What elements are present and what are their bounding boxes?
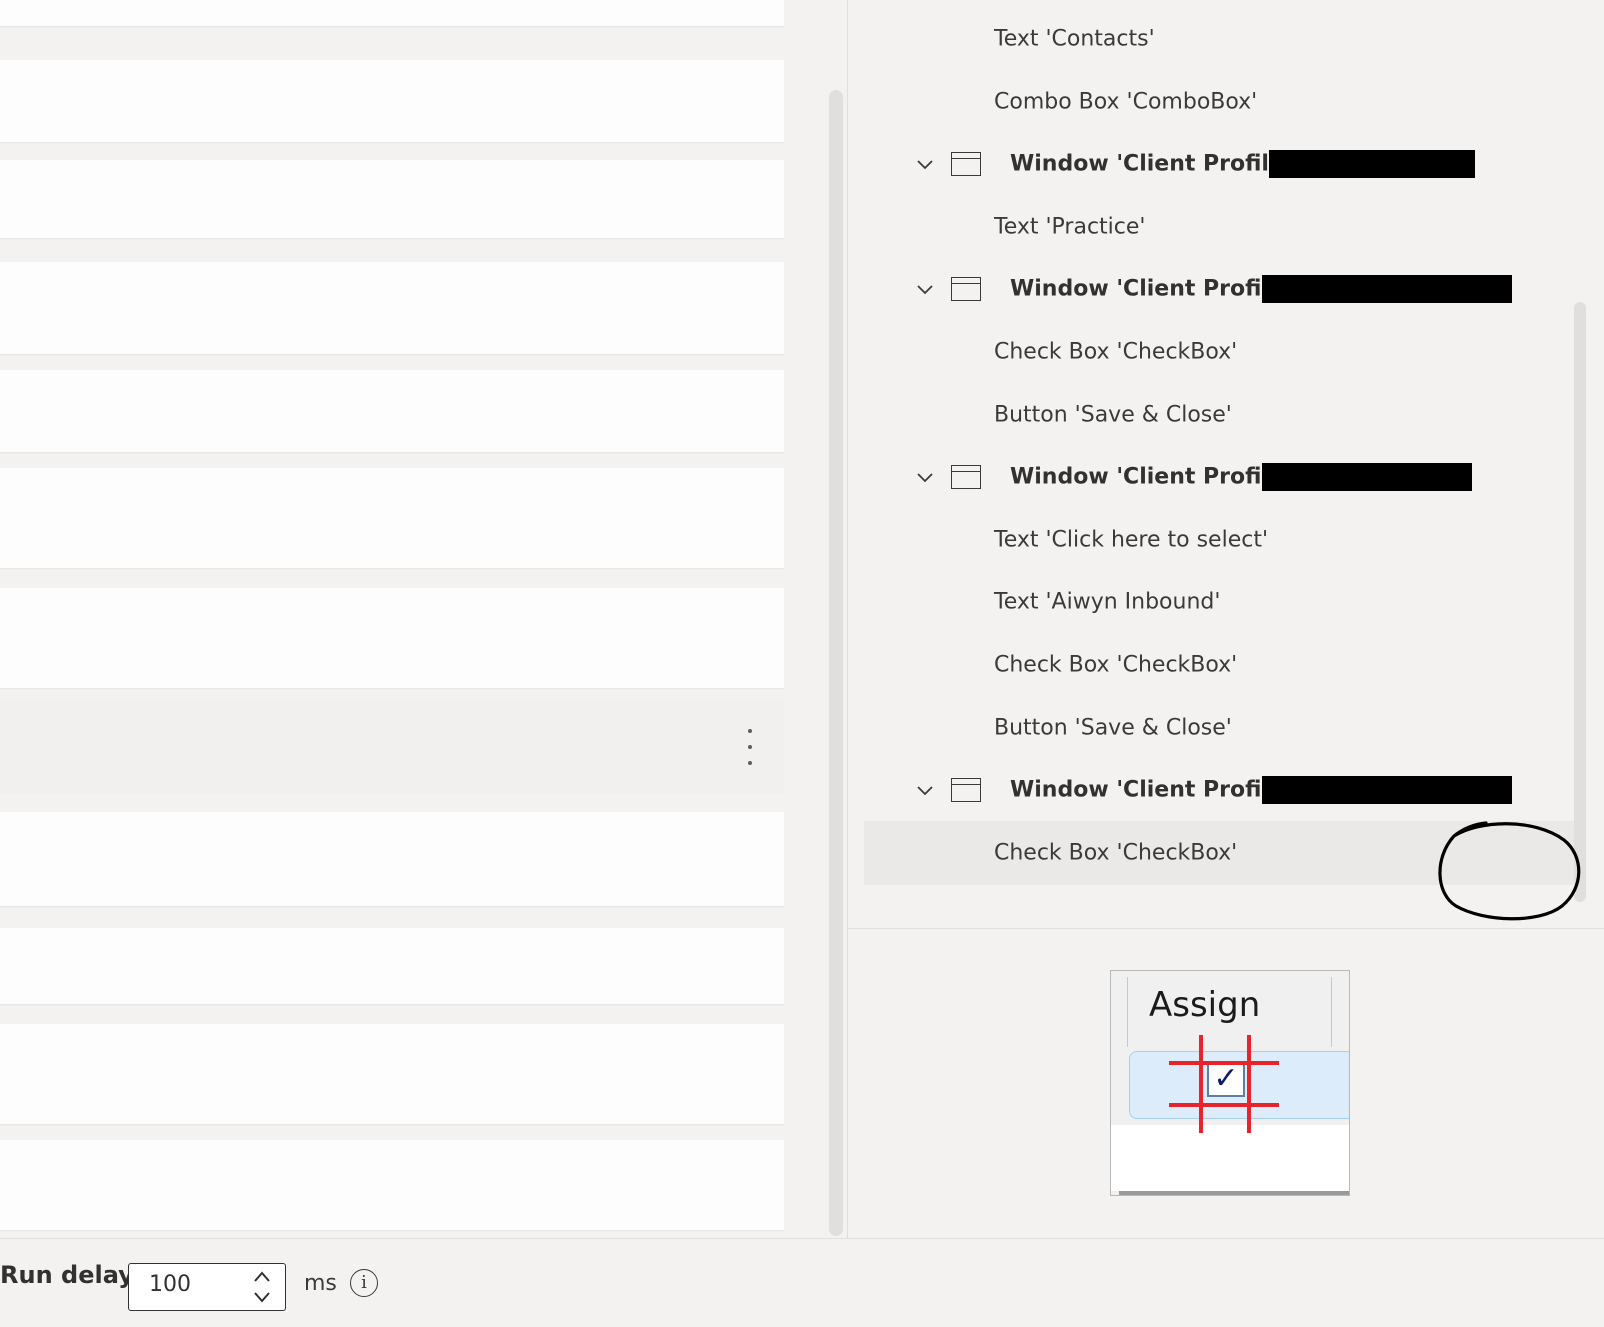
more-vertical-icon-dot: [748, 745, 752, 749]
ui-elements-scrollbar[interactable]: [1574, 302, 1586, 902]
tree-node-window[interactable]: Window 'Client Profile -: [864, 445, 1576, 509]
tree-node-element[interactable]: Button 'Save & Close': [864, 383, 1576, 447]
action-row[interactable]: [0, 928, 784, 1004]
target-crosshair-icon: [1169, 1035, 1279, 1133]
tree-node-window[interactable]: Window 'Client Profile -: [864, 257, 1576, 321]
tree-node-label: Text 'Aiwyn Inbound': [994, 589, 1221, 615]
tree-node-label: Window 'Client Profile -: [1010, 276, 1301, 302]
redaction-box: [1262, 463, 1472, 491]
action-row[interactable]: [0, 1140, 784, 1230]
window-icon: [951, 778, 981, 802]
info-icon[interactable]: i: [350, 1269, 378, 1297]
chevron-down-icon[interactable]: [914, 779, 936, 801]
preview-column-separator: [1331, 977, 1332, 1047]
chevron-down-icon[interactable]: [251, 1288, 273, 1306]
redaction-box: [1269, 150, 1475, 178]
tree-node-label: Check Box 'CheckBox': [994, 652, 1238, 678]
action-row[interactable]: [0, 160, 784, 238]
tree-node-label: Text 'Contacts': [994, 26, 1155, 52]
tree-node-label: Window 'Client Profile -: [1010, 151, 1301, 177]
window-icon: [951, 465, 981, 489]
run-delay-spinbox[interactable]: [128, 1263, 286, 1311]
bottom-bar: Run delay ms i: [0, 1238, 1604, 1327]
tree-node-label: Check Box 'CheckBox': [994, 840, 1238, 866]
redaction-box: [1262, 776, 1512, 804]
action-row[interactable]: [0, 370, 784, 452]
tree-node-label: Combo Box 'ComboBox': [994, 89, 1258, 115]
tree-node-element[interactable]: Text 'Contacts': [864, 7, 1576, 71]
tree-node-label: Button 'Save & Close': [994, 715, 1232, 741]
action-row[interactable]: [0, 468, 784, 568]
tree-node-label: Button 'Save & Close': [994, 402, 1232, 428]
preview-bottom-border: [1119, 1191, 1349, 1195]
run-delay-input[interactable]: [149, 1272, 239, 1297]
preview-header-text: Assign: [1149, 985, 1261, 1025]
tree-node-element[interactable]: Text 'Click here to select': [864, 508, 1576, 572]
action-row[interactable]: [0, 1024, 784, 1124]
action-row[interactable]: [0, 60, 784, 142]
tree-node-window[interactable]: Window 'Client Profile -: [864, 758, 1576, 822]
panel-divider: [847, 928, 1604, 929]
tree-node-label: Check Box 'CheckBox': [994, 339, 1238, 365]
redaction-box: [1262, 275, 1512, 303]
more-vertical-icon-dot: [748, 761, 752, 765]
action-row[interactable]: [0, 812, 784, 906]
run-delay-unit: ms: [304, 1271, 337, 1296]
tree-node-label: Text 'Practice': [994, 214, 1146, 240]
tree-node-element[interactable]: Combo Box 'ComboBox': [864, 70, 1576, 134]
window-icon: [951, 152, 981, 176]
tree-node-element[interactable]: Check Box 'CheckBox': [864, 633, 1576, 697]
hand-drawn-circle-annotation: [1438, 821, 1581, 921]
preview-column-separator: [1127, 977, 1128, 1047]
run-delay-label: Run delay: [0, 1261, 134, 1289]
tree-node-element[interactable]: Text 'Practice': [864, 195, 1576, 259]
chevron-down-icon[interactable]: [914, 278, 936, 300]
preview-empty-area: [1111, 1125, 1349, 1191]
tree-node-label: Window 'Client Profile -: [1010, 464, 1301, 490]
action-row[interactable]: [0, 262, 784, 354]
window-icon: [951, 277, 981, 301]
tree-node-label: Window 'Client Profile -: [1010, 777, 1301, 803]
tree-node-element[interactable]: Check Box 'CheckBox': [864, 320, 1576, 384]
tree-node-element[interactable]: Button 'Save & Close': [864, 696, 1576, 760]
more-vertical-icon: [748, 729, 752, 733]
action-row-selected[interactable]: [0, 700, 784, 794]
tree-node-label: Text 'Click here to select': [994, 527, 1269, 553]
tree-node-element[interactable]: Text 'Aiwyn Inbound': [864, 570, 1576, 634]
actions-list-panel: [0, 0, 846, 1238]
more-options-button[interactable]: [742, 729, 758, 765]
action-row[interactable]: [0, 0, 784, 26]
element-screenshot-preview: Assign ✓: [1110, 970, 1350, 1196]
tree-node-window[interactable]: Window 'Client Profile -: [864, 132, 1576, 196]
chevron-down-icon[interactable]: [914, 153, 936, 175]
actions-scrollbar[interactable]: [829, 90, 843, 1236]
chevron-up-icon[interactable]: [251, 1268, 273, 1286]
action-row[interactable]: [0, 588, 784, 688]
chevron-down-icon[interactable]: [914, 466, 936, 488]
